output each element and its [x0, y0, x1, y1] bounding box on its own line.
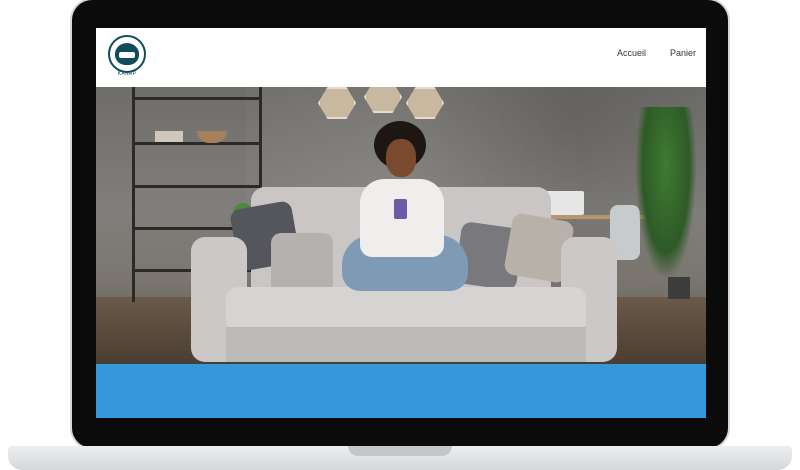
hero-image: [96, 87, 706, 364]
main-nav: Accueil Panier: [617, 48, 696, 58]
laptop-notch: [348, 446, 452, 456]
blue-banner: [96, 364, 706, 418]
pillow: [271, 233, 333, 295]
phone: [394, 199, 407, 219]
floor-plant: [636, 107, 696, 277]
plant-pot: [668, 277, 690, 299]
shelf-board: [135, 142, 259, 145]
shelf-board: [135, 97, 259, 100]
person-face: [386, 139, 416, 177]
sofa-front: [226, 327, 586, 362]
website-screen: KANAP Accueil Panier: [96, 28, 706, 418]
nav-cart[interactable]: Panier: [670, 48, 696, 58]
sofa-icon: [119, 52, 135, 58]
site-header: KANAP Accueil Panier: [96, 28, 706, 87]
logo-badge: [115, 43, 139, 65]
nav-home[interactable]: Accueil: [617, 48, 646, 58]
shelf-board: [135, 185, 259, 188]
shelf-books: [155, 131, 183, 142]
logo-icon[interactable]: [108, 35, 146, 73]
logo-text: KANAP: [117, 71, 137, 77]
